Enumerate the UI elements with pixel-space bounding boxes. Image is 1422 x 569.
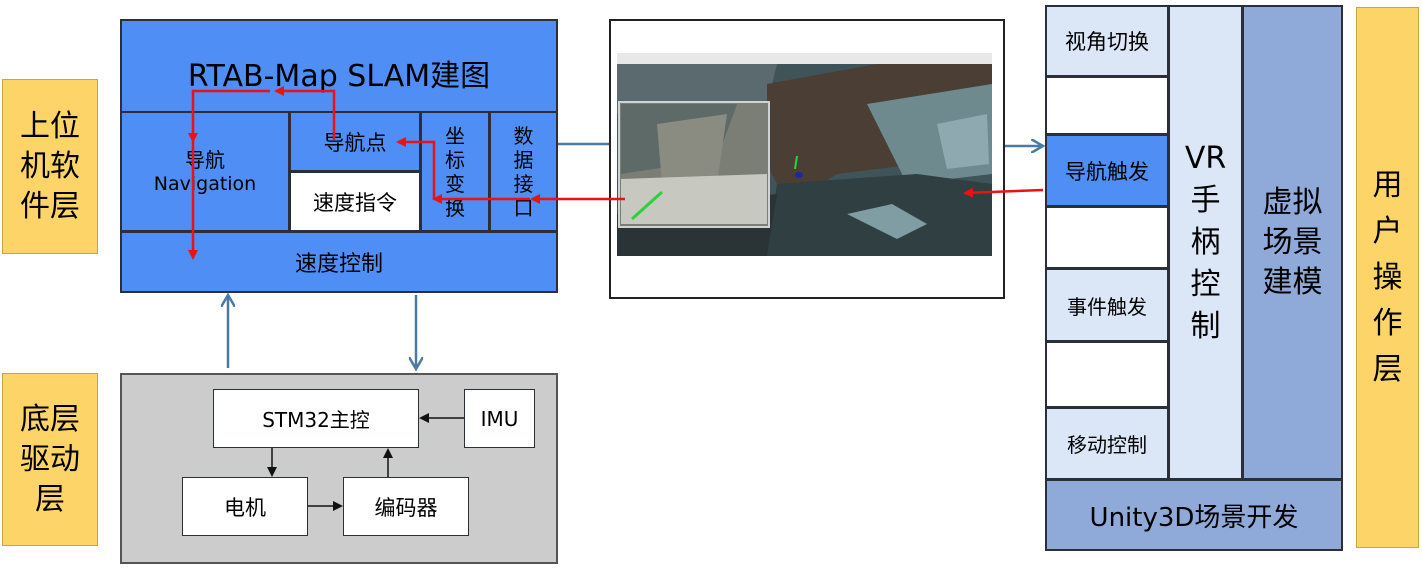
user-operation-layer-label: 用 户 操 作 层 — [1356, 7, 1419, 548]
vr-gap-3 — [1045, 341, 1169, 408]
rtabmap-screenshot-image — [617, 53, 992, 256]
move-control-label: 移动控制 — [1067, 433, 1147, 457]
navigation-cn-label: 导航 — [185, 147, 225, 172]
coordinate-transform-block: 坐 标 变 换 — [420, 111, 490, 232]
view-switch-label: 视角切换 — [1065, 30, 1149, 54]
imu-block: IMU — [464, 389, 535, 448]
speed-control-block: 速度控制 — [120, 231, 558, 293]
imu-label: IMU — [480, 406, 519, 431]
vr-gap-2 — [1045, 206, 1169, 269]
move-control-block: 移动控制 — [1045, 407, 1169, 480]
rtab-map-title: RTAB-Map SLAM建图 — [187, 59, 491, 94]
upper-software-layer-label: 上位 机软 件层 — [2, 79, 98, 254]
nav-trigger-label: 导航触发 — [1065, 159, 1149, 184]
navigation-en-label: Navigation — [153, 172, 257, 195]
unity3d-label: Unity3D场景开发 — [1089, 502, 1299, 533]
virtual-scene-modeling-block: 虚拟 场景 建模 — [1242, 5, 1343, 480]
motor-label: 电机 — [224, 495, 266, 520]
screenshot-toolbar — [617, 53, 992, 64]
nav-trigger-block: 导航触发 — [1045, 134, 1169, 207]
nav-point-label: 导航点 — [323, 130, 387, 155]
encoder-label: 编码器 — [374, 495, 438, 520]
event-trigger-label: 事件触发 — [1067, 294, 1147, 319]
stm32-controller-block: STM32主控 — [213, 389, 419, 448]
vr-gap-1 — [1045, 76, 1169, 135]
speed-control-label: 速度控制 — [294, 252, 383, 277]
motor-block: 电机 — [182, 477, 308, 536]
lower-driver-layer-label: 底层 驱动 层 — [2, 373, 98, 546]
view-switch-block: 视角切换 — [1045, 5, 1169, 77]
unity3d-development-block: Unity3D场景开发 — [1045, 479, 1343, 551]
nav-point-block: 导航点 — [289, 111, 421, 172]
navigation-block: 导航 Navigation — [120, 111, 290, 232]
point-cloud-graphic — [617, 64, 992, 256]
stm32-label: STM32主控 — [262, 408, 370, 432]
data-interface-block: 数 据 接 口 — [489, 111, 558, 232]
speed-command-block: 速度指令 — [289, 171, 421, 232]
speed-command-label: 速度指令 — [313, 190, 397, 215]
event-trigger-block: 事件触发 — [1045, 268, 1169, 342]
encoder-block: 编码器 — [343, 477, 469, 536]
screenshot-3d-view — [617, 64, 992, 256]
vr-handle-control-block: VR 手 柄 控 制 — [1168, 5, 1243, 480]
